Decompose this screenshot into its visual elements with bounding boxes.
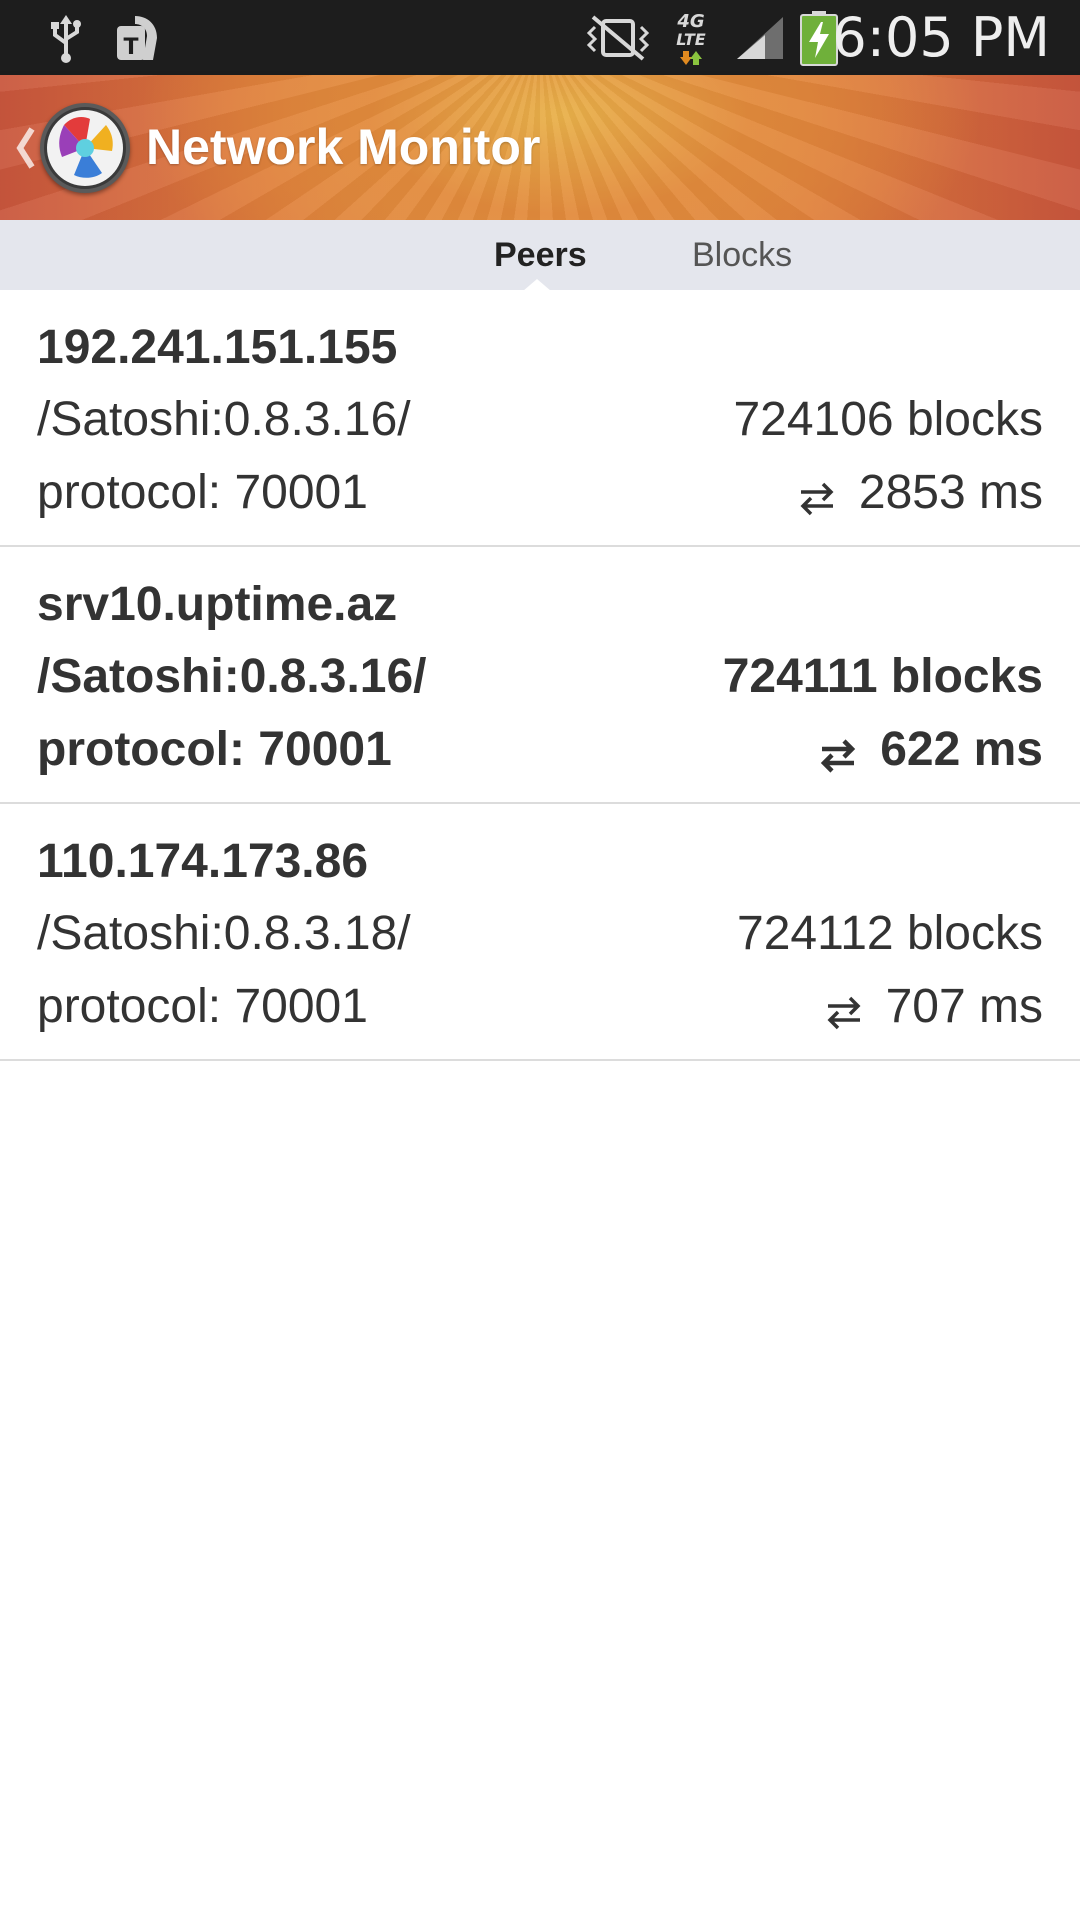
peer-host: 110.174.173.86 — [37, 835, 369, 888]
peer-blocks: 724106 blocks — [733, 393, 1043, 446]
action-bar: Network Monitor — [0, 75, 1080, 220]
signal-icon — [734, 8, 786, 68]
list-item[interactable]: 192.241.151.155 /Satoshi:0.8.3.16/ proto… — [0, 290, 1080, 547]
peer-ping: 707 ms — [824, 977, 1043, 1037]
swap-arrows-icon — [824, 987, 864, 1030]
peer-ping: 2853 ms — [797, 463, 1043, 523]
svg-text:LTE: LTE — [676, 30, 705, 49]
chevron-left-icon[interactable] — [12, 123, 38, 173]
app-logo[interactable] — [40, 103, 130, 193]
peer-ping-value: 622 ms — [880, 723, 1043, 776]
peer-list: 192.241.151.155 /Satoshi:0.8.3.16/ proto… — [0, 290, 1080, 1061]
peer-blocks: 724112 blocks — [737, 907, 1043, 960]
usb-icon — [46, 8, 86, 68]
swap-arrows-icon — [797, 473, 837, 516]
page-title: Network Monitor — [146, 119, 541, 175]
peer-protocol: protocol: 70001 — [37, 723, 392, 776]
peer-blocks: 724111 blocks — [722, 650, 1043, 703]
peer-ping-value: 2853 ms — [858, 466, 1043, 519]
peer-protocol: protocol: 70001 — [37, 980, 368, 1033]
swap-arrows-icon — [818, 730, 858, 773]
peer-ping-value: 707 ms — [885, 980, 1043, 1033]
svg-text:4G: 4G — [676, 11, 704, 32]
tmobile-icon: T — [112, 8, 164, 68]
status-time: 6:05 PM — [832, 6, 1050, 69]
peer-agent: /Satoshi:0.8.3.18/ — [37, 907, 411, 960]
svg-text:T: T — [123, 35, 138, 60]
list-item[interactable]: srv10.uptime.az /Satoshi:0.8.3.16/ proto… — [0, 547, 1080, 804]
peer-agent: /Satoshi:0.8.3.16/ — [37, 393, 411, 446]
status-bar: T 4G LTE 6:05 PM — [0, 0, 1080, 75]
tab-blocks[interactable]: Blocks — [692, 220, 792, 290]
peer-host: srv10.uptime.az — [37, 578, 398, 631]
peer-protocol: protocol: 70001 — [37, 466, 368, 519]
peer-agent: /Satoshi:0.8.3.16/ — [37, 650, 427, 703]
vibrate-off-icon — [585, 8, 651, 68]
list-item[interactable]: 110.174.173.86 /Satoshi:0.8.3.18/ protoc… — [0, 804, 1080, 1061]
peer-host: 192.241.151.155 — [37, 321, 398, 374]
lte-4g-icon: 4G LTE — [668, 8, 714, 68]
peer-ping: 622 ms — [818, 720, 1043, 780]
